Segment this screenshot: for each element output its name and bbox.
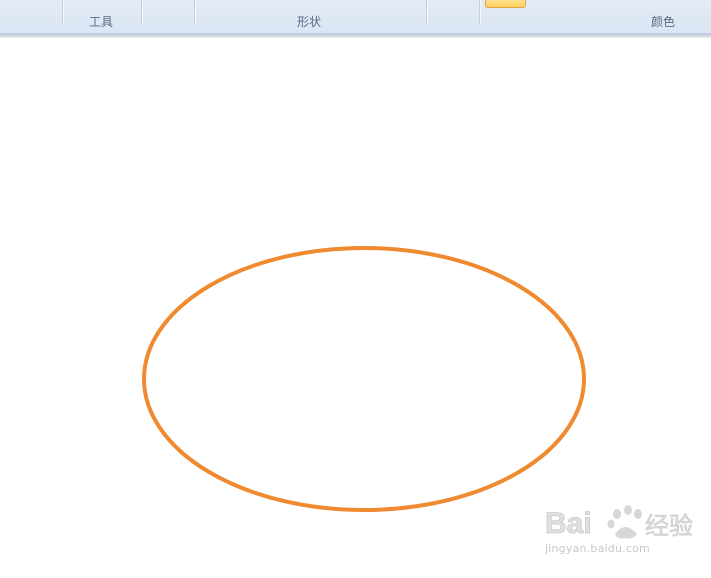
canvas-drawing: [142, 246, 586, 512]
group-caption-colors: 颜色: [651, 15, 676, 29]
ribbon-divider: [426, 0, 427, 25]
group-caption-tools: 工具: [89, 15, 114, 29]
paint-window: 工具 形状 颜色 Bai 经验 jingyan.baidu.com: [0, 0, 711, 578]
ribbon-divider: [62, 0, 63, 25]
ribbon-divider: [141, 0, 142, 25]
group-caption-shapes: 形状: [297, 15, 322, 29]
baidu-jingyan-watermark: Bai 经验 jingyan.baidu.com: [545, 500, 705, 560]
drawn-ellipse[interactable]: [142, 246, 586, 512]
svg-text:经验: 经验: [645, 512, 693, 540]
svg-text:Bai: Bai: [545, 507, 592, 540]
watermark-url: jingyan.baidu.com: [545, 542, 650, 555]
ribbon: 工具 形状 颜色: [0, 0, 711, 34]
baidu-logo: Bai 经验: [545, 505, 693, 540]
drawing-canvas[interactable]: [0, 38, 711, 578]
selected-color-swatch[interactable]: [485, 0, 526, 8]
ribbon-divider: [194, 0, 195, 25]
ribbon-divider: [479, 0, 480, 25]
paw-icon: [607, 505, 642, 539]
